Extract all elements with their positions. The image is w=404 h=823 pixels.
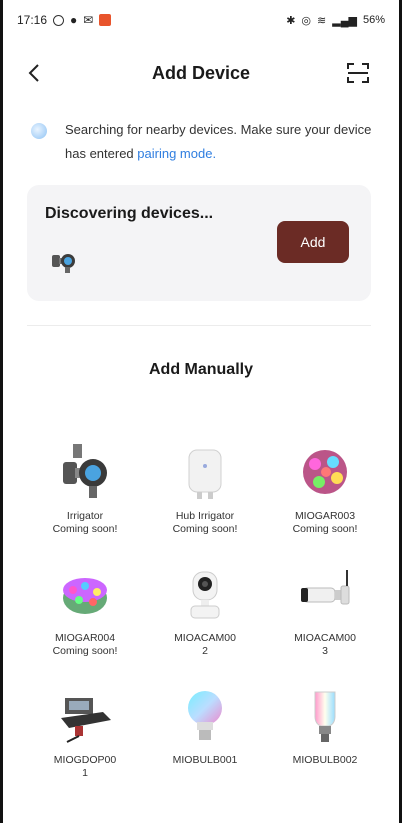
notification-icon: ●	[70, 13, 78, 27]
searching-icon	[31, 123, 47, 139]
device-status: Coming soon!	[52, 645, 118, 657]
signal-icon: ▂▄▆	[332, 14, 357, 27]
device-name: Hub Irrigator	[175, 510, 235, 522]
device-card-mioacam003[interactable]: MIOACAM00 3	[265, 562, 385, 658]
light-string-icon	[63, 578, 107, 614]
location-icon: ◎	[301, 14, 312, 27]
device-name: MIOGAR004	[54, 632, 116, 644]
device-card-irrigator[interactable]: Irrigator Coming soon!	[25, 440, 145, 536]
discover-label: Discovering devices...	[45, 205, 214, 222]
scan-icon	[347, 63, 369, 83]
pairing-mode-link[interactable]: pairing mode.	[137, 146, 216, 161]
device-card-mioacam002[interactable]: MIOACAM00 2	[145, 562, 265, 658]
add-manually-title: Add Manually	[148, 361, 253, 378]
device-name: MIOGDOP00	[53, 754, 117, 766]
device-name: MIOBULB002	[292, 754, 358, 766]
indoor-camera-icon	[190, 571, 220, 619]
wifi-icon: ≋	[317, 14, 327, 27]
back-button[interactable]	[27, 58, 51, 88]
irrigator-icon	[52, 254, 75, 273]
whatsapp-icon	[53, 14, 65, 26]
chevron-left-icon	[28, 64, 39, 82]
device-status: 2	[202, 645, 208, 657]
discover-card: Discovering devices... Add	[27, 185, 371, 301]
search-hint: Searching for nearby devices. Make sure …	[31, 118, 375, 166]
bulb-icon	[188, 691, 222, 740]
device-card-miogar003[interactable]: MIOGAR003 Coming soon!	[265, 440, 385, 536]
scan-button[interactable]	[345, 60, 371, 86]
divider	[27, 325, 371, 326]
page-title: Add Device	[151, 62, 251, 83]
irrigator-icon	[63, 444, 107, 498]
outdoor-camera-icon	[301, 570, 350, 605]
bulb-icon	[314, 691, 336, 742]
app-frame: 17:16 ● ✉ ✱ ◎ ≋ ▂▄▆ 56% Add Device Searc…	[0, 0, 402, 823]
light-string-icon	[303, 450, 347, 494]
device-name: MIOGAR003	[294, 510, 356, 522]
next-row-peek	[3, 810, 399, 823]
status-time: 17:16	[17, 13, 48, 27]
device-card-miogar004[interactable]: MIOGAR004 Coming soon!	[25, 562, 145, 658]
app-notification-icon	[99, 14, 112, 26]
add-button[interactable]: Add	[277, 221, 349, 263]
device-name: MIOACAM00	[294, 632, 356, 644]
device-card-miobulb002[interactable]: MIOBULB002	[265, 684, 385, 780]
device-card-hub-irrigator[interactable]: Hub Irrigator Coming soon!	[145, 440, 265, 536]
garage-door-icon	[61, 698, 111, 743]
search-hint-text: Searching for nearby devices. Make sure …	[65, 122, 372, 161]
device-name: Irrigator	[66, 510, 104, 522]
battery-text: 56%	[362, 14, 385, 26]
device-name: MIOBULB001	[172, 754, 238, 766]
top-nav: Add Device	[3, 58, 399, 88]
hub-icon	[188, 449, 222, 499]
bluetooth-icon: ✱	[286, 14, 296, 27]
device-card-miogdop001[interactable]: MIOGDOP00 1	[25, 684, 145, 780]
device-status: 3	[322, 645, 328, 657]
device-status: Coming soon!	[52, 523, 118, 535]
device-card-miobulb001[interactable]: MIOBULB001	[145, 684, 265, 780]
mail-icon: ✉	[83, 13, 94, 27]
status-bar: 17:16 ● ✉ ✱ ◎ ≋ ▂▄▆ 56%	[17, 10, 385, 30]
device-status: Coming soon!	[292, 523, 358, 535]
device-status: Coming soon!	[172, 523, 238, 535]
device-name: MIOACAM00	[174, 632, 236, 644]
device-grid: Irrigator Coming soon! Hub Irrigator Com…	[25, 440, 385, 780]
device-status: 1	[82, 767, 88, 779]
